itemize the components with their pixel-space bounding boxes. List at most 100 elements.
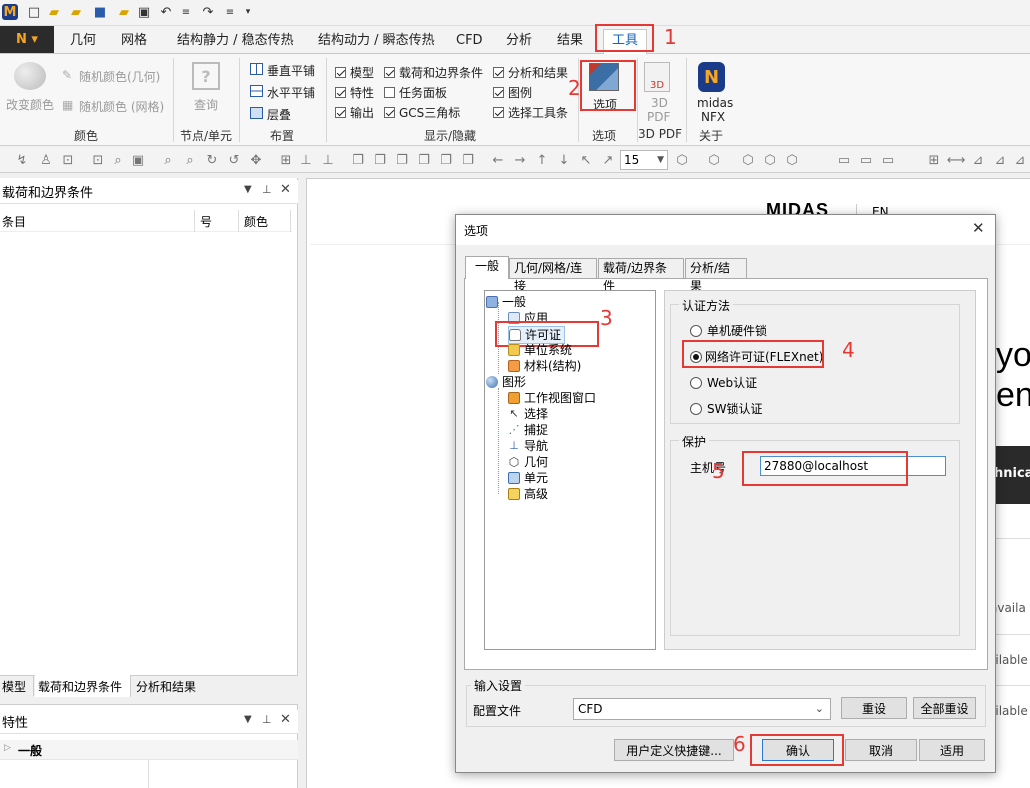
box-view-icon[interactable]: ❐ — [350, 152, 366, 168]
box-view-6-icon[interactable]: ❐ — [460, 152, 476, 168]
panel-tab-load-bc[interactable]: 载荷和边界条件 — [35, 675, 131, 697]
dialog-tab-general[interactable]: 一般 — [465, 256, 509, 279]
rotate-2-icon[interactable]: ↺ — [226, 152, 242, 168]
application-menu-button[interactable]: N ▾ — [0, 26, 54, 53]
panel-tab-model[interactable]: 模型 — [0, 675, 34, 696]
tab-mesh[interactable]: 网格 — [117, 30, 151, 52]
tree-item-geometry[interactable]: ⬡ 几何 — [508, 454, 548, 470]
tree-item-snap[interactable]: ⋰ 捕捉 — [508, 422, 549, 438]
lock-icon[interactable]: ⊡ — [60, 152, 76, 168]
close-icon[interactable]: ✕ — [280, 712, 291, 727]
screenshot-icon[interactable]: ▣ — [136, 4, 152, 20]
axis-2-icon[interactable]: ⊥ — [320, 152, 336, 168]
panel-tab-analysis-results[interactable]: 分析和结果 — [132, 675, 212, 696]
cube-3-icon[interactable]: ⬡ — [740, 152, 756, 168]
tree-item-navigate[interactable]: ⊥ 导航 — [508, 438, 548, 454]
tab-dynamic-thermal[interactable]: 结构动力 / 瞬态传热 — [314, 30, 439, 52]
rotation-angle-select[interactable]: 15 ▼ — [620, 150, 668, 170]
column-item[interactable]: 条目 — [2, 213, 26, 230]
checkbox-load-bc[interactable]: 载荷和边界条件 — [384, 62, 483, 82]
snap-icon[interactable]: ⊿ — [970, 152, 986, 168]
tree-item-element[interactable]: 单元 — [508, 470, 548, 486]
tab-cfd[interactable]: CFD — [452, 30, 487, 52]
display-icon[interactable]: ▭ — [836, 152, 852, 168]
zoom-window-icon[interactable]: ▣ — [130, 152, 146, 168]
tab-static-thermal[interactable]: 结构静力 / 稳态传热 — [173, 30, 298, 52]
radio-web-auth[interactable]: Web认证 — [690, 374, 757, 391]
panel-splitter[interactable] — [0, 697, 298, 705]
column-number[interactable]: 号 — [200, 213, 212, 230]
redo-icon[interactable]: ↷ — [200, 4, 216, 20]
save-icon[interactable]: ■ — [92, 4, 108, 20]
redo-list-icon[interactable]: ≡ — [222, 4, 238, 20]
rotate-icon[interactable]: ↻ — [204, 152, 220, 168]
arrow-left-icon[interactable]: ← — [490, 152, 506, 168]
grid-icon[interactable]: ⊞ — [278, 152, 294, 168]
random-color-mesh-button[interactable]: 随机颜色 (网格) — [79, 98, 164, 115]
person-icon[interactable]: ♙ — [38, 152, 54, 168]
arrow-upleft-icon[interactable]: ↖ — [578, 152, 594, 168]
midas-label-line1[interactable]: midas — [697, 96, 733, 110]
axis-icon[interactable]: ⊥ — [298, 152, 314, 168]
tab-geometry[interactable]: 几何 — [66, 30, 100, 52]
lock-2-icon[interactable]: ⊡ — [90, 152, 106, 168]
tile-vertical-button[interactable]: 垂直平铺 — [267, 62, 315, 79]
tab-results[interactable]: 结果 — [553, 30, 587, 52]
tree-item-unit-system[interactable]: 单位系统 — [508, 342, 572, 358]
tree-item-general[interactable]: 一般 — [486, 294, 526, 310]
undo-icon[interactable]: ↶ — [158, 4, 174, 20]
cube-4-icon[interactable]: ⬡ — [762, 152, 778, 168]
box-view-5-icon[interactable]: ❐ — [438, 152, 454, 168]
cube-icon[interactable]: ⬡ — [674, 152, 690, 168]
tree-item-graphics[interactable]: 图形 — [486, 374, 526, 390]
tree-item-material[interactable]: 材料(结构) — [508, 358, 581, 374]
snap-2-icon[interactable]: ⊿ — [992, 152, 1008, 168]
reset-button[interactable]: 重设 — [841, 697, 907, 719]
radio-hardware-lock[interactable]: 单机硬件锁 — [690, 322, 767, 339]
reset-all-button[interactable]: 全部重设 — [913, 697, 976, 719]
property-row[interactable] — [0, 740, 298, 760]
tab-analysis[interactable]: 分析 — [502, 30, 536, 52]
cube-5-icon[interactable]: ⬡ — [784, 152, 800, 168]
dialog-tab-load-bc[interactable]: 载荷/边界条件 — [598, 258, 684, 293]
tile-horizontal-button[interactable]: 水平平铺 — [267, 84, 315, 101]
random-color-geometry-button[interactable]: 随机颜色(几何) — [79, 68, 160, 85]
checkbox-model[interactable]: 模型 — [335, 62, 374, 82]
checkbox-task-panel[interactable]: 任务面板 — [384, 82, 483, 102]
box-view-4-icon[interactable]: ❐ — [416, 152, 432, 168]
cube-2-icon[interactable]: ⬡ — [706, 152, 722, 168]
tree-item-advanced[interactable]: 高级 — [508, 486, 548, 502]
checkbox-select-toolbar[interactable]: 选择工具条 — [493, 102, 568, 122]
column-color[interactable]: 颜色 — [244, 213, 268, 230]
config-file-select[interactable]: CFD ⌄ — [573, 698, 831, 720]
arrow-down-icon[interactable]: ↓ — [556, 152, 572, 168]
dialog-tab-analysis-results[interactable]: 分析/结果 — [685, 258, 747, 293]
panel-menu-icon[interactable]: ▼ — [244, 184, 252, 195]
zoom-fit-icon[interactable]: ⌕ — [110, 152, 126, 168]
cascade-button[interactable]: 层叠 — [267, 106, 291, 123]
tree-item-select[interactable]: ↖ 选择 — [508, 406, 548, 422]
tree-item-viewport[interactable]: 工作视图窗口 — [508, 390, 596, 406]
box-view-2-icon[interactable]: ❐ — [372, 152, 388, 168]
pdf-3d-line2[interactable]: PDF — [647, 110, 670, 124]
pin-icon[interactable]: ⊥ — [262, 183, 272, 196]
display-2-icon[interactable]: ▭ — [858, 152, 874, 168]
new-file-icon[interactable]: □ — [26, 4, 42, 20]
arrow-up-icon[interactable]: ↑ — [534, 152, 550, 168]
pan-icon[interactable]: ↯ — [14, 152, 30, 168]
pin-icon[interactable]: ⊥ — [262, 713, 272, 726]
open-folder-icon[interactable]: ▰ — [46, 4, 62, 20]
grid-2-icon[interactable]: ⊞ — [926, 152, 942, 168]
dialog-tab-geometry-mesh[interactable]: 几何/网格/连接 — [509, 258, 597, 293]
folder-icon[interactable]: ▰ — [116, 4, 132, 20]
midas-label-line2[interactable]: NFX — [701, 110, 725, 124]
checkbox-output[interactable]: 输出 — [335, 102, 374, 122]
radio-sw-lock[interactable]: SW锁认证 — [690, 400, 762, 417]
checkbox-analysis-results[interactable]: 分析和结果 — [493, 62, 568, 82]
custom-shortcut-button[interactable]: 用户定义快捷键... — [614, 739, 734, 761]
display-3-icon[interactable]: ▭ — [880, 152, 896, 168]
checkbox-legend[interactable]: 图例 — [493, 82, 568, 102]
cancel-button[interactable]: 取消 — [845, 739, 917, 761]
undo-list-icon[interactable]: ≡ — [178, 4, 194, 20]
measure-icon[interactable]: ⟷ — [947, 152, 966, 168]
